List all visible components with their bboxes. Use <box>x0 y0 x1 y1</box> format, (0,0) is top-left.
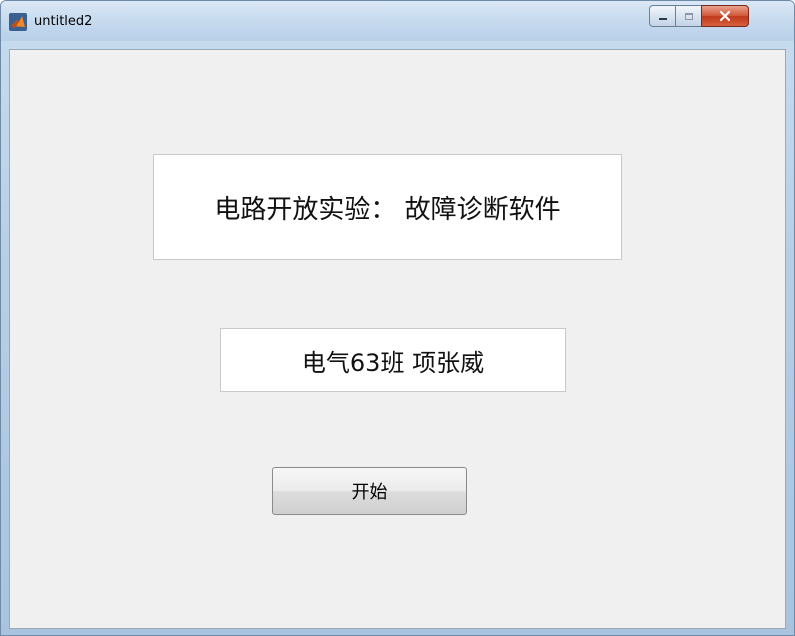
close-icon <box>718 7 732 26</box>
app-window: untitled2 电路开放实验： 故障诊断软件 电气63班 项张威 开始 <box>0 0 795 636</box>
minimize-button[interactable] <box>649 5 676 27</box>
minimize-icon <box>657 7 669 26</box>
experiment-title-text: 电路开放实验： 故障诊断软件 <box>153 154 622 260</box>
matlab-icon[interactable] <box>9 13 27 31</box>
maximize-icon <box>683 7 695 26</box>
title-bar[interactable]: untitled2 <box>1 1 794 41</box>
start-button[interactable]: 开始 <box>272 467 467 515</box>
close-button[interactable] <box>701 5 749 27</box>
maximize-button[interactable] <box>675 5 702 27</box>
figure-client-area: 电路开放实验： 故障诊断软件 电气63班 项张威 开始 <box>9 49 786 629</box>
author-info-text: 电气63班 项张威 <box>220 328 566 392</box>
window-title: untitled2 <box>34 14 93 29</box>
